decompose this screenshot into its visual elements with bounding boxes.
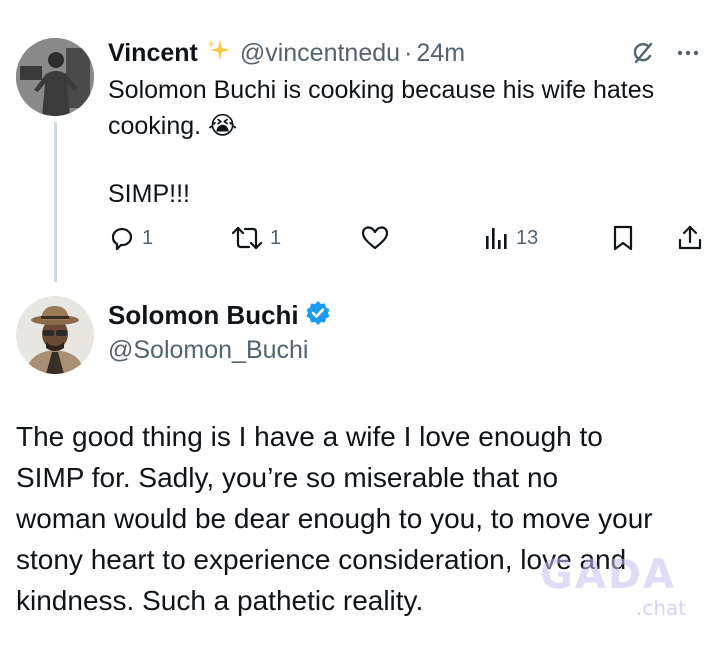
thread-connector-line (54, 122, 57, 282)
avatar[interactable] (16, 38, 94, 116)
reply-button[interactable]: 1 (108, 224, 153, 252)
views-icon (484, 224, 510, 252)
tweet-text-line: SIMP for. Sadly, you’re so miserable tha… (16, 462, 559, 493)
tweet1-body: Solomon Buchi is cooking because his wif… (108, 72, 708, 144)
author-display-name[interactable]: Solomon Buchi (108, 300, 299, 331)
share-button[interactable] (676, 224, 704, 252)
bookmark-icon (610, 224, 636, 252)
tweet-timestamp[interactable]: 24m (416, 39, 465, 68)
author-handle[interactable]: @Solomon_Buchi (108, 336, 309, 365)
views-button[interactable]: 13 (484, 224, 538, 252)
tweet1-header: Vincent @vincentnedu · 24m (108, 36, 465, 70)
tweet2-header: Solomon Buchi (108, 300, 331, 331)
retweet-icon (230, 224, 264, 252)
grok-icon[interactable] (630, 40, 656, 66)
retweet-button[interactable]: 1 (230, 224, 281, 252)
tweet-text-line: kindness. Such a pathetic reality. (16, 585, 424, 616)
sparkle-icon (206, 38, 232, 69)
share-icon (676, 224, 704, 252)
tweet-text-line: cooking. 😭 (108, 112, 238, 140)
reply-count: 1 (142, 226, 154, 249)
tweet-text-line: SIMP!!! (108, 180, 190, 208)
bookmark-button[interactable] (610, 224, 636, 252)
author-display-name[interactable]: Vincent (108, 39, 198, 68)
tweet-text-line: stony heart to experience consideration,… (16, 544, 627, 575)
tweet-action-bar: 1 1 13 (108, 220, 708, 256)
separator-dot: · (404, 38, 413, 67)
verified-badge-icon (305, 300, 331, 331)
tweet-text-line: woman would be dear enough to you, to mo… (16, 503, 653, 534)
tweet-text-line: Solomon Buchi is cooking because his wif… (108, 76, 655, 104)
tweet-text-line: The good thing is I have a wife I love e… (16, 421, 603, 452)
views-count: 13 (516, 226, 539, 249)
reply-icon (108, 224, 136, 252)
more-icon[interactable] (674, 40, 702, 66)
tweet1-top-icons (630, 40, 702, 66)
avatar[interactable] (16, 296, 94, 374)
tweet2-body: The good thing is I have a wife I love e… (16, 416, 716, 621)
like-icon (360, 224, 390, 252)
retweet-count: 1 (270, 226, 282, 249)
author-handle[interactable]: @vincentnedu (240, 39, 400, 68)
like-button[interactable] (360, 224, 390, 252)
